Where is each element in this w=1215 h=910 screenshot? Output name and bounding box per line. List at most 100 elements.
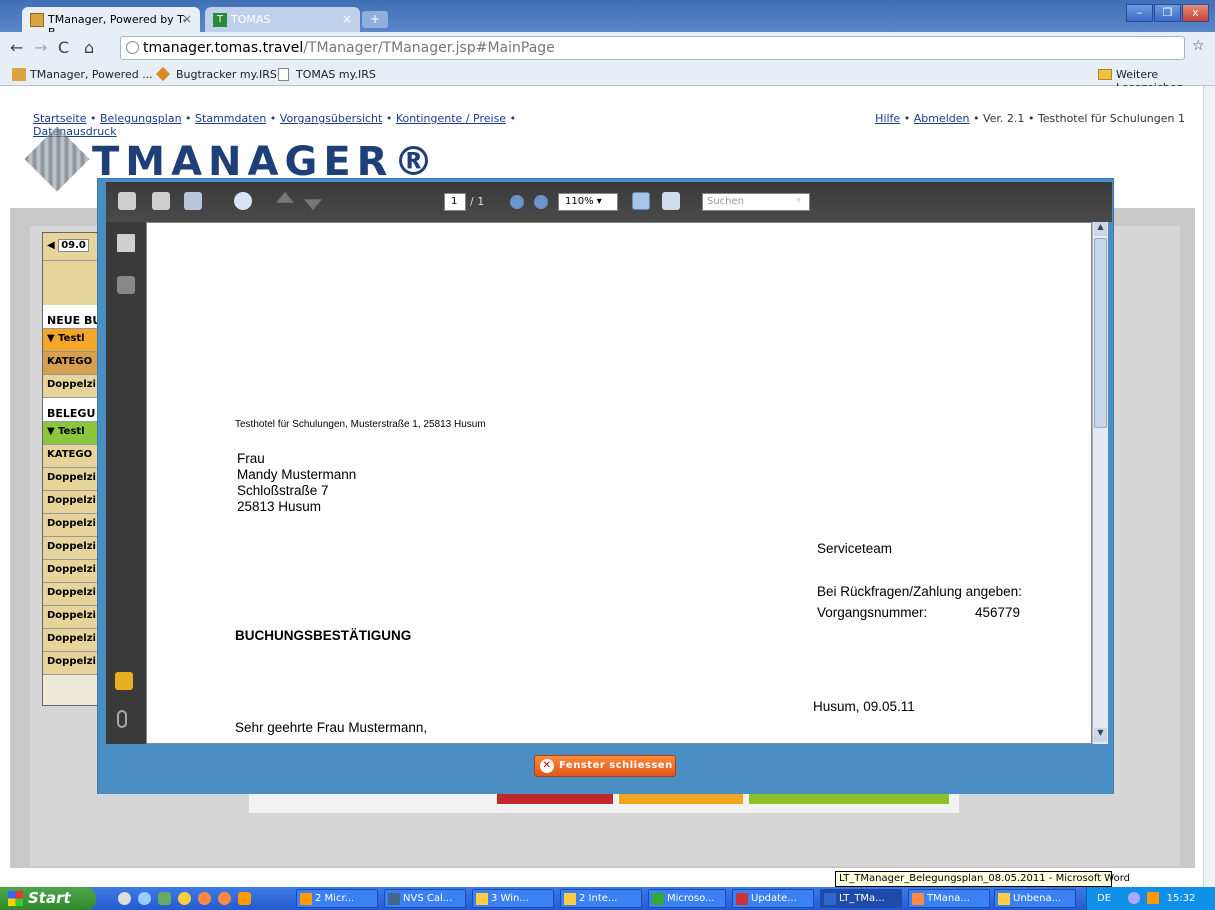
bookmark-star-icon[interactable]: ☆ bbox=[1192, 38, 1205, 54]
maximize-button[interactable]: ❐ bbox=[1154, 4, 1181, 22]
bugtracker-icon bbox=[155, 66, 171, 82]
tab-tmanager[interactable]: TManager, Powered by T-B... × bbox=[22, 7, 200, 39]
pages-icon[interactable] bbox=[117, 234, 135, 252]
date-line: Husum, 09.05.11 bbox=[813, 699, 915, 714]
search-dropdown-icon[interactable]: ▾ bbox=[796, 195, 801, 206]
scroll-down-icon[interactable]: ▼ bbox=[1094, 728, 1107, 742]
home-icon[interactable]: ⌂ bbox=[84, 38, 94, 57]
nav-belegungsplan[interactable]: Belegungsplan bbox=[100, 112, 182, 125]
page-info-icon[interactable] bbox=[126, 41, 139, 54]
windows-taskbar: Start 2 Micr... NVS Cal... 3 Win... 2 Inte.… bbox=[0, 887, 1215, 910]
hotel-name: Testhotel für Schulungen 1 bbox=[1037, 112, 1185, 125]
bookmark-label: Bugtracker my.IRS bbox=[176, 68, 277, 81]
close-window-button[interactable]: ✕ Fenster schliessen bbox=[534, 755, 676, 777]
quick-launch bbox=[118, 892, 288, 906]
prev-date-icon[interactable]: ◀ bbox=[47, 240, 55, 251]
tab-tomas[interactable]: T TOMAS × bbox=[205, 7, 360, 32]
sender-line: Testhotel für Schulungen, Musterstraße 1… bbox=[235, 419, 486, 430]
taskbar-item[interactable]: 3 Win... bbox=[472, 889, 554, 908]
taskbar-item-label: 3 Win... bbox=[491, 893, 529, 904]
zoom-out-icon[interactable] bbox=[510, 195, 524, 209]
app-icon bbox=[736, 893, 748, 905]
taskbar-item-label: NVS Cal... bbox=[403, 893, 453, 904]
quicklaunch-icon[interactable] bbox=[158, 892, 171, 905]
tab-label: TOMAS bbox=[231, 13, 271, 26]
taskbar-item[interactable]: LT_TMa... bbox=[820, 889, 902, 908]
minimize-button[interactable]: – bbox=[1126, 4, 1153, 22]
pdf-document-view[interactable]: Testhotel für Schulungen, Musterstraße 1… bbox=[146, 222, 1092, 744]
language-indicator[interactable]: DE bbox=[1097, 893, 1111, 904]
comments-icon[interactable] bbox=[115, 672, 133, 690]
new-tab-button[interactable]: + bbox=[362, 11, 388, 28]
recipient-address: Frau Mandy Mustermann Schloßstraße 7 258… bbox=[237, 451, 356, 515]
reload-icon[interactable]: C bbox=[58, 38, 69, 57]
quicklaunch-icon[interactable] bbox=[118, 892, 131, 905]
nav-kontingente-preise[interactable]: Kontingente / Preise bbox=[396, 112, 506, 125]
nav-startseite[interactable]: Startseite bbox=[33, 112, 87, 125]
save-icon[interactable] bbox=[152, 192, 170, 210]
nav-separator: • bbox=[269, 112, 277, 125]
recipient-name: Mandy Mustermann bbox=[237, 467, 357, 482]
page-scrollbar[interactable] bbox=[1203, 86, 1215, 887]
help-link[interactable]: Hilfe bbox=[875, 112, 900, 125]
zoom-select[interactable]: 110% ▾ bbox=[558, 193, 618, 211]
nav-stammdaten[interactable]: Stammdaten bbox=[195, 112, 266, 125]
bookmark-bugtracker[interactable]: Bugtracker my.IRS bbox=[155, 66, 277, 82]
nav-vorgangsuebersicht[interactable]: Vorgangsübersicht bbox=[280, 112, 383, 125]
attachment-icon[interactable] bbox=[117, 710, 127, 728]
fit-width-icon[interactable] bbox=[632, 192, 650, 210]
next-page-icon[interactable] bbox=[304, 199, 322, 210]
taskbar-item-label: TMana... bbox=[927, 893, 970, 904]
taskbar-item[interactable]: Unbena... bbox=[994, 889, 1076, 908]
taskbar-item-label: 2 Inte... bbox=[579, 893, 618, 904]
scroll-thumb[interactable] bbox=[1094, 238, 1107, 428]
bookmark-tomas[interactable]: TOMAS my.IRS bbox=[278, 68, 376, 81]
pdf-scrollbar[interactable]: ▲ ▼ bbox=[1092, 222, 1108, 744]
recipient-salutation: Frau bbox=[237, 451, 265, 466]
previous-page-icon[interactable] bbox=[276, 192, 294, 203]
address-bar[interactable]: tmanager.tomas.travel/TManager/TManager.… bbox=[120, 36, 1185, 60]
bookmark-tmanager[interactable]: TManager, Powered ... bbox=[12, 68, 153, 81]
taskbar-item[interactable]: NVS Cal... bbox=[384, 889, 466, 908]
page-total: / 1 bbox=[470, 195, 485, 208]
taskbar-tooltip: LT_TManager_Belegungsplan_08.05.2011 - M… bbox=[835, 871, 1130, 887]
forward-arrow-icon[interactable]: → bbox=[34, 38, 47, 57]
date-field[interactable]: 09.0 bbox=[58, 239, 89, 252]
browser-window: TManager, Powered by T-B... × T TOMAS × … bbox=[0, 0, 1215, 887]
tray-icon[interactable] bbox=[1147, 892, 1160, 904]
document-tools-icon[interactable] bbox=[184, 192, 202, 210]
tab-close-icon[interactable]: × bbox=[182, 12, 192, 26]
tray-icon[interactable] bbox=[1128, 892, 1141, 904]
start-button[interactable]: Start bbox=[0, 887, 96, 910]
taskbar-item[interactable]: Microso... bbox=[648, 889, 726, 908]
print-icon[interactable] bbox=[118, 192, 136, 210]
close-window-button[interactable]: x bbox=[1182, 4, 1209, 22]
back-arrow-icon[interactable]: ← bbox=[10, 38, 23, 57]
firefox-icon[interactable] bbox=[198, 892, 211, 905]
chrome-icon[interactable] bbox=[218, 892, 231, 905]
logout-link[interactable]: Abmelden bbox=[914, 112, 970, 125]
share-icon[interactable] bbox=[234, 192, 252, 210]
url-path: /TManager/TManager.jsp#MainPage bbox=[303, 40, 555, 56]
fit-page-icon[interactable] bbox=[662, 192, 680, 210]
taskbar-item[interactable]: 2 Inte... bbox=[560, 889, 642, 908]
nav-separator: • bbox=[90, 112, 97, 125]
office-icon[interactable] bbox=[238, 892, 251, 905]
pdf-search-input[interactable]: Suchen bbox=[702, 193, 810, 211]
zoom-in-icon[interactable] bbox=[534, 195, 548, 209]
bookmarks-binoculars-icon[interactable] bbox=[117, 276, 135, 294]
scroll-up-icon[interactable]: ▲ bbox=[1094, 222, 1107, 236]
bookmark-label: TOMAS my.IRS bbox=[296, 68, 376, 81]
internet-explorer-icon[interactable] bbox=[178, 892, 191, 905]
quicklaunch-icon[interactable] bbox=[138, 892, 151, 905]
logo-cube-icon bbox=[24, 126, 90, 192]
taskbar-item[interactable]: Update... bbox=[732, 889, 814, 908]
page-number-input[interactable]: 1 bbox=[444, 193, 466, 211]
tab-close-icon[interactable]: × bbox=[342, 12, 352, 26]
taskbar-item[interactable]: 2 Micr... bbox=[296, 889, 378, 908]
vorgang-number: 456779 bbox=[975, 605, 1021, 620]
app-icon bbox=[998, 893, 1010, 905]
windows-flag-icon bbox=[8, 891, 23, 906]
taskbar-item[interactable]: TMana... bbox=[908, 889, 990, 908]
nav-separator: • bbox=[903, 112, 911, 125]
